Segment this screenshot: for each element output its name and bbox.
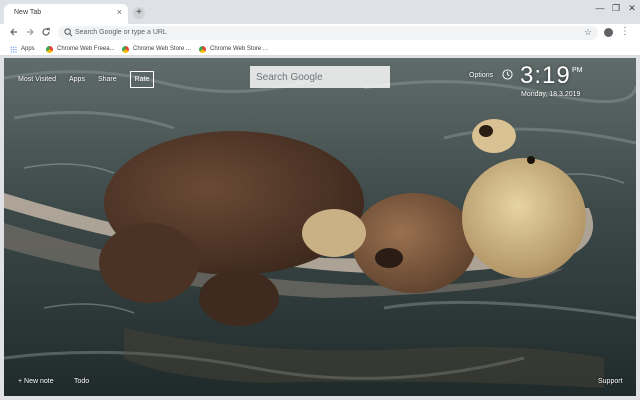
top-links: Most Visited Apps Share Rate [18, 71, 155, 88]
background-photo [4, 58, 636, 396]
bookmark-item[interactable]: Chrome Web Store ... [199, 44, 268, 54]
bookmark-item[interactable]: Chrome Web Store ... [122, 44, 191, 54]
chrome-web-store-icon [122, 45, 129, 53]
star-icon[interactable]: ☆ [584, 27, 592, 38]
browser-toolbar: Search Google or type a URL ☆ ⋮ [0, 24, 640, 42]
bookmark-label: Chrome Web Store ... [210, 46, 268, 52]
profile-icon[interactable] [604, 28, 613, 37]
clock-icon[interactable] [502, 69, 513, 80]
apps-grid-icon [10, 45, 17, 53]
new-tab-button[interactable]: + [133, 7, 145, 19]
address-bar[interactable]: Search Google or type a URL ☆ [58, 26, 598, 40]
chrome-web-store-icon [199, 45, 206, 53]
kebab-menu-icon[interactable]: ⋮ [620, 26, 630, 38]
maximize-icon[interactable]: ❐ [608, 0, 624, 16]
rate-button[interactable]: Rate [129, 71, 155, 88]
bookmark-apps[interactable]: Apps [10, 44, 35, 54]
window-controls: — ❐ ✕ [592, 0, 640, 16]
new-note-link[interactable]: + New note [18, 378, 54, 385]
reload-icon[interactable] [40, 27, 52, 39]
apps-link[interactable]: Apps [69, 76, 85, 83]
most-visited-link[interactable]: Most Visited [18, 76, 56, 83]
search-placeholder: Search Google [256, 72, 323, 83]
close-tab-icon[interactable]: × [117, 8, 122, 17]
bookmark-label: Apps [21, 46, 35, 52]
support-link[interactable]: Support [598, 378, 623, 385]
tab-title: New Tab [14, 9, 42, 16]
clock-date: Monday, 18.3.2019 [521, 91, 581, 98]
search-input[interactable]: Search Google [250, 66, 390, 88]
bookmark-label: Chrome Web Freea... [57, 46, 115, 52]
todo-link[interactable]: Todo [74, 378, 89, 385]
bookmark-item[interactable]: Chrome Web Freea... [46, 44, 115, 54]
bookmark-label: Chrome Web Store ... [133, 46, 191, 52]
options-button[interactable]: Options [469, 72, 493, 79]
chrome-web-store-icon [46, 45, 53, 53]
share-link[interactable]: Share [98, 76, 117, 83]
clock-ampm: PM [572, 67, 583, 74]
tab-new-tab[interactable]: New Tab × [4, 4, 128, 24]
clock-time: 3:19 [520, 62, 571, 89]
address-bar-placeholder: Search Google or type a URL [75, 29, 167, 36]
new-tab-page: Most Visited Apps Share Rate Search Goog… [4, 58, 636, 396]
forward-arrow-icon[interactable] [24, 27, 36, 39]
back-arrow-icon[interactable] [8, 27, 20, 39]
bookmarks-bar: Apps Chrome Web Freea... Chrome Web Stor… [0, 42, 640, 56]
minimize-icon[interactable]: — [592, 0, 608, 16]
tab-strip: New Tab × + — ❐ ✕ [0, 0, 640, 24]
close-window-icon[interactable]: ✕ [624, 0, 640, 16]
search-icon [64, 28, 73, 37]
